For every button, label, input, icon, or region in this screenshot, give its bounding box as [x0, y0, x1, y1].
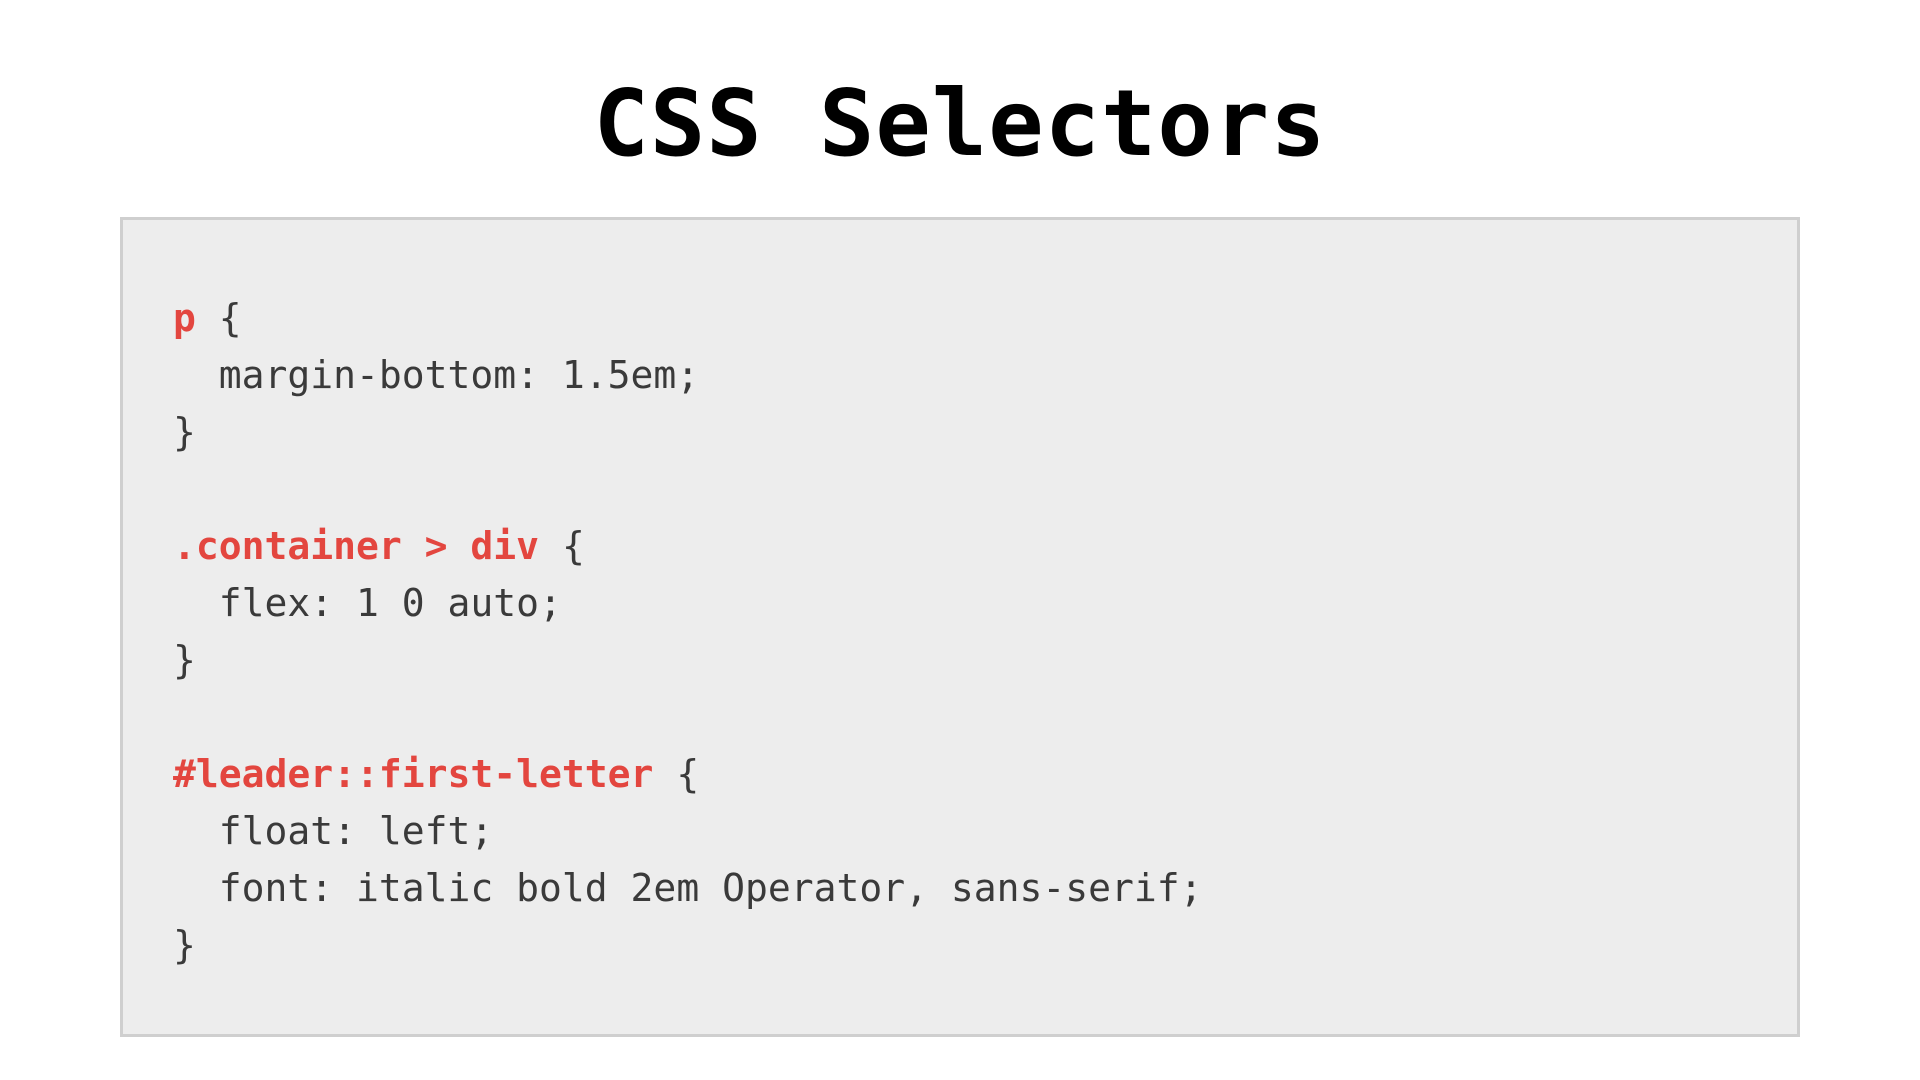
css-selector: .container > div [173, 524, 539, 568]
code-block: p { margin-bottom: 1.5em; } .container >… [173, 290, 1747, 974]
slide: CSS Selectors p { margin-bottom: 1.5em; … [0, 0, 1920, 1080]
css-selector: p [173, 296, 196, 340]
css-selector: #leader::first-letter [173, 752, 653, 796]
code-box: p { margin-bottom: 1.5em; } .container >… [120, 217, 1800, 1037]
page-title: CSS Selectors [120, 70, 1800, 177]
